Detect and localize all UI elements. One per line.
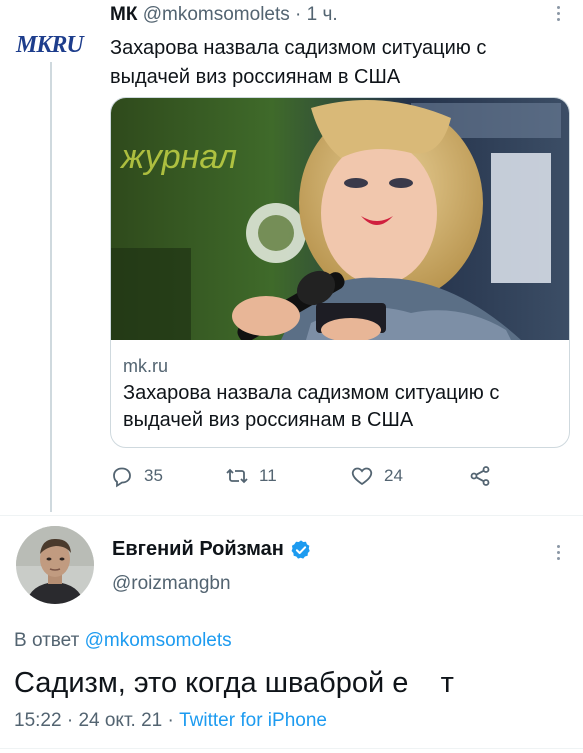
reply-meta-separator: · — [167, 710, 174, 731]
parent-tweet[interactable]: MKRU МК @mkomsomolets · 1 ч. Захарова на… — [0, 0, 583, 515]
mk-logo-avatar[interactable]: MKRU — [16, 32, 84, 59]
heart-icon — [351, 467, 373, 486]
card-photo: журнал — [111, 98, 569, 340]
retweet-button[interactable]: 11 — [225, 464, 277, 488]
client-link[interactable]: Twitter for iPhone — [179, 710, 327, 731]
tweet-divider — [0, 515, 583, 516]
link-card[interactable]: журнал mk.ru Захарова назвала садизмом с… — [110, 97, 570, 448]
thread-line — [50, 62, 52, 512]
bottom-divider — [0, 748, 583, 749]
card-domain: mk.ru — [123, 356, 168, 376]
card-body: mk.ru Захарова назвала садизмом ситуацию… — [111, 340, 569, 447]
reply-tweet-text: Садизм, это когда шваброй е т — [14, 667, 454, 699]
reply-date[interactable]: 24 окт. 21 — [78, 710, 162, 731]
reply-count: 35 — [144, 466, 163, 485]
reply-icon — [113, 467, 131, 488]
reply-author[interactable]: Евгений Ройзман — [112, 538, 312, 561]
reply-time[interactable]: 15:22 — [14, 710, 62, 731]
reply-button[interactable]: 35 — [110, 464, 163, 488]
verified-badge-icon — [291, 539, 310, 559]
retweet-count: 11 — [259, 466, 277, 485]
parent-meta-separator: · — [295, 4, 302, 25]
reply-context: В ответ @mkomsomolets — [14, 630, 232, 652]
card-title: Захарова назвала садизмом ситуацию с выд… — [123, 382, 500, 431]
reply-to-handle-link[interactable]: @mkomsomolets — [85, 630, 232, 651]
share-icon — [470, 466, 490, 486]
avatar[interactable] — [16, 526, 94, 604]
svg-text:журнал: журнал — [119, 138, 237, 176]
reply-more-icon[interactable] — [556, 545, 562, 563]
reply-author-name[interactable]: Евгений Ройзман — [112, 538, 284, 561]
reply-prefix: В ответ — [14, 630, 80, 651]
parent-timestamp[interactable]: 1 ч. — [307, 4, 338, 25]
parent-action-bar: 35 11 24 — [110, 464, 570, 494]
parent-author-handle[interactable]: @mkomsomolets — [143, 4, 290, 25]
parent-tweet-text: Захарова назвала садизмом ситуацию с выд… — [110, 37, 487, 88]
like-count: 24 — [384, 466, 403, 485]
parent-author-name[interactable]: МК — [110, 4, 137, 25]
parent-more-icon[interactable] — [556, 6, 562, 24]
retweet-icon — [226, 468, 248, 484]
share-button[interactable] — [468, 464, 492, 488]
like-button[interactable]: 24 — [350, 464, 403, 488]
reply-meta: 15:22 · 24 окт. 21 · Twitter for iPhone — [14, 710, 327, 732]
parent-tweet-header: МК @mkomsomolets · 1 ч. — [110, 4, 338, 26]
reply-author-handle[interactable]: @roizmangbn — [112, 573, 231, 595]
reply-meta-separator: · — [66, 710, 74, 731]
